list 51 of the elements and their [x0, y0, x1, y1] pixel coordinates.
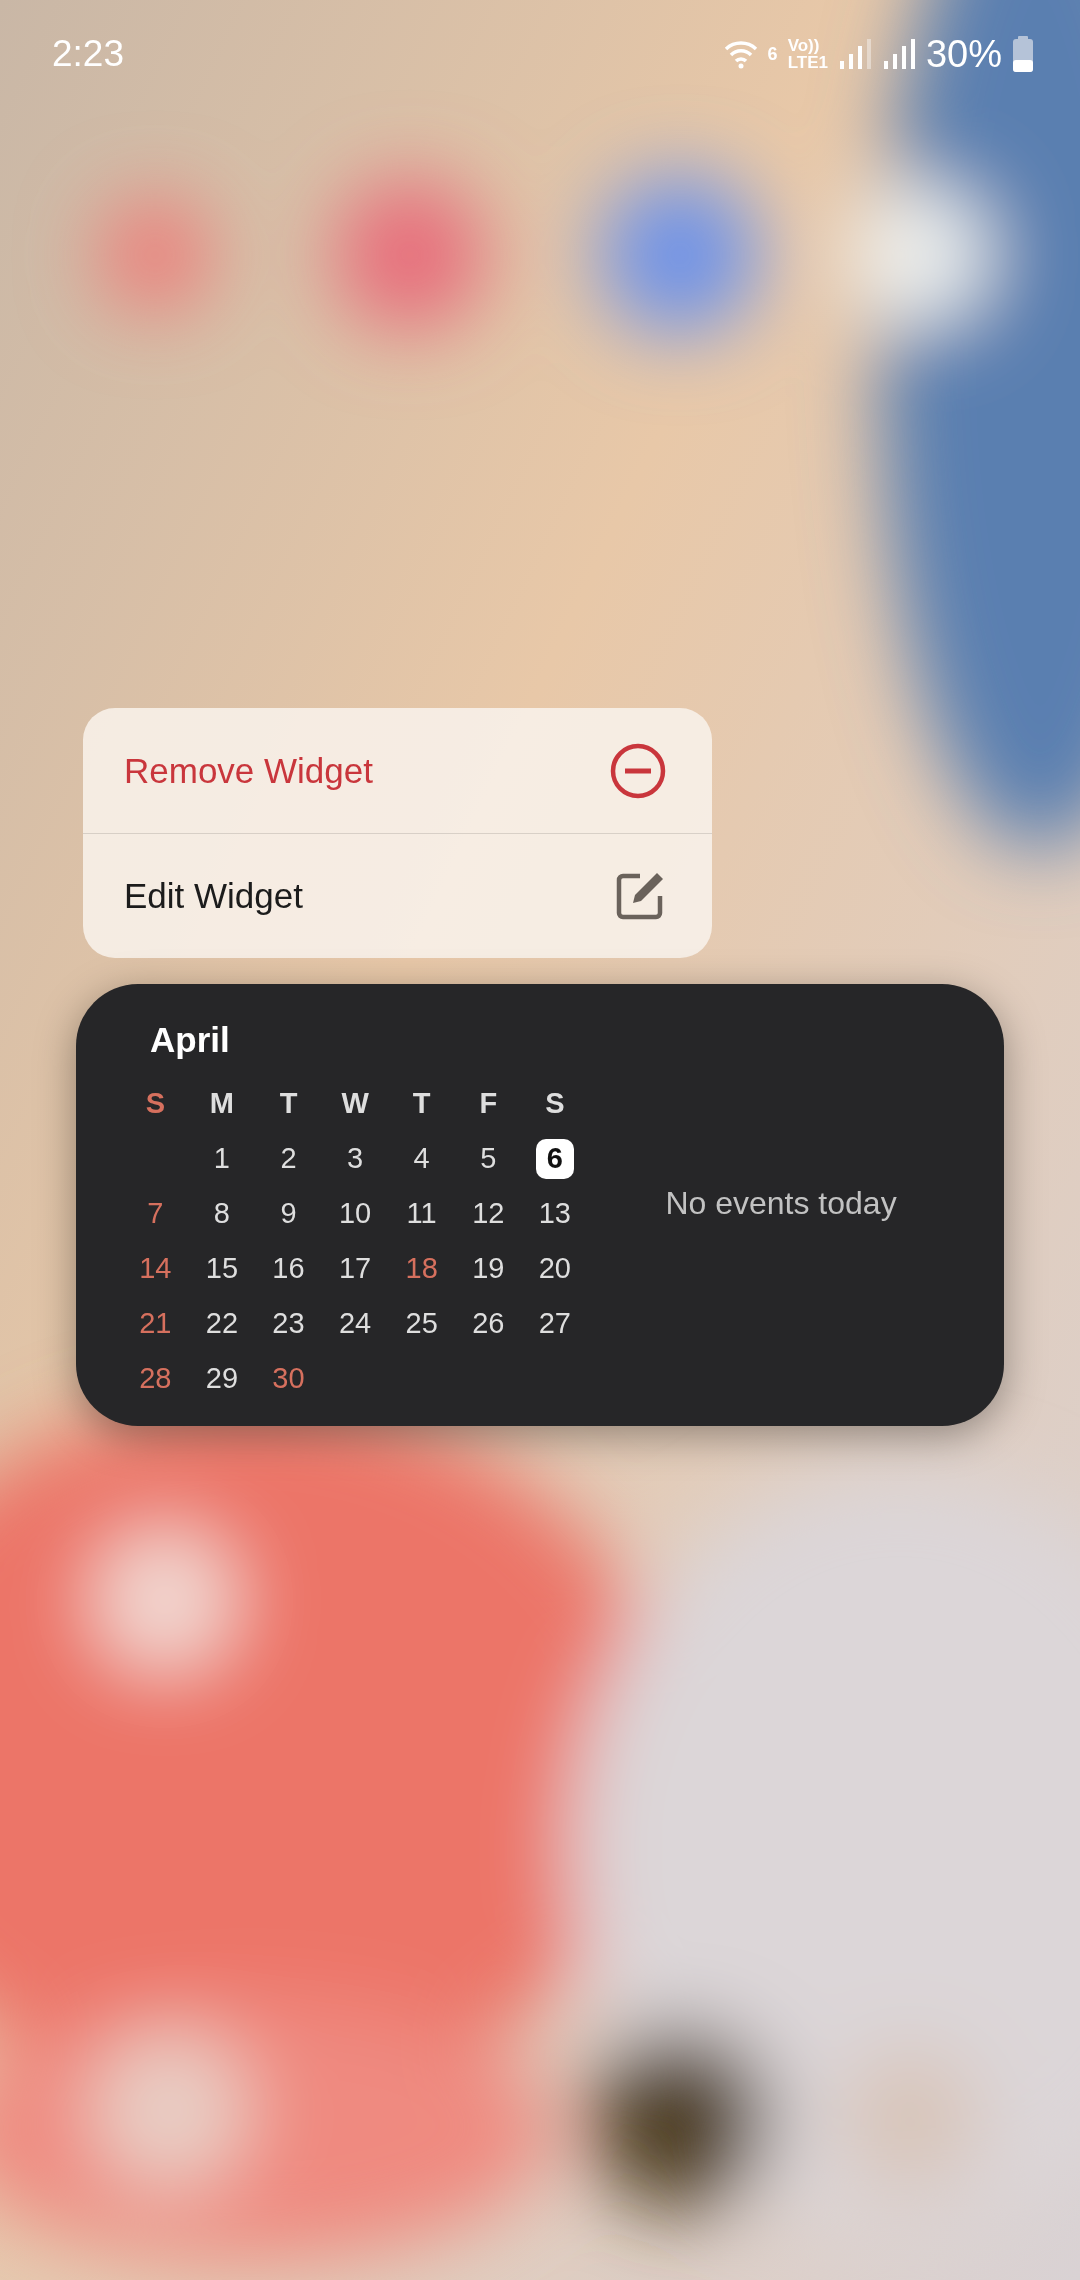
calendar-date[interactable]: 28 — [136, 1358, 175, 1399]
minus-circle-icon — [610, 742, 666, 799]
weekday-label: W — [340, 1086, 370, 1121]
clock-time: 2:23 — [52, 33, 124, 75]
remove-widget-item[interactable]: Remove Widget — [83, 708, 712, 833]
edit-icon — [614, 870, 666, 922]
weekday-label: F — [478, 1086, 499, 1121]
calendar-date[interactable]: 17 — [336, 1248, 375, 1289]
calendar-date[interactable]: 9 — [269, 1193, 308, 1234]
calendar-date[interactable]: 15 — [202, 1248, 241, 1289]
calendar-date[interactable]: 13 — [535, 1193, 574, 1234]
calendar-date[interactable]: 24 — [336, 1303, 375, 1344]
weekday-label: S — [144, 1086, 166, 1121]
calendar-date[interactable]: 18 — [402, 1248, 441, 1289]
calendar-date[interactable]: 20 — [535, 1248, 574, 1289]
calendar-date[interactable]: 12 — [469, 1193, 508, 1234]
battery-percent: 30% — [925, 32, 1002, 76]
calendar-date[interactable]: 10 — [336, 1193, 375, 1234]
calendar-date[interactable]: 14 — [136, 1248, 175, 1289]
edit-widget-item[interactable]: Edit Widget — [83, 833, 712, 958]
calendar-date[interactable]: 2 — [269, 1138, 308, 1179]
weekday-label: T — [411, 1086, 432, 1121]
calendar-date[interactable]: 7 — [136, 1193, 175, 1234]
wifi-label: 6 — [767, 43, 778, 65]
calendar-date[interactable]: 11 — [402, 1193, 441, 1234]
calendar-date[interactable]: 4 — [402, 1138, 441, 1179]
weekday-label: T — [278, 1086, 299, 1121]
calendar-date[interactable]: 23 — [269, 1303, 308, 1344]
weekday-label: M — [208, 1086, 235, 1121]
month-title: April — [150, 1020, 230, 1061]
signal-icon — [881, 37, 916, 71]
calendar-date[interactable]: 29 — [202, 1358, 241, 1399]
lte-label: LTE1 — [787, 54, 828, 71]
signal-icon — [837, 37, 872, 71]
volte-label: Vo)) — [787, 37, 821, 54]
calendar-date[interactable]: 5 — [469, 1138, 508, 1179]
calendar-date[interactable]: 1 — [202, 1138, 241, 1179]
calendar-date[interactable]: 26 — [469, 1303, 508, 1344]
calendar-date[interactable]: 22 — [202, 1303, 241, 1344]
battery-icon — [1012, 36, 1034, 72]
calendar-date[interactable]: 8 — [202, 1193, 241, 1234]
calendar-date[interactable]: 19 — [469, 1248, 508, 1289]
no-events-text: No events today — [665, 1184, 897, 1222]
calendar-date[interactable]: 30 — [269, 1358, 308, 1399]
calendar-date[interactable]: 3 — [336, 1138, 375, 1179]
calendar-date[interactable]: 25 — [402, 1303, 441, 1344]
calendar-date[interactable]: 27 — [535, 1303, 574, 1344]
calendar-date[interactable]: 21 — [136, 1303, 175, 1344]
today-date[interactable]: 6 — [535, 1138, 574, 1179]
weekday-label: S — [544, 1086, 566, 1121]
calendar-date[interactable]: 16 — [269, 1248, 308, 1289]
